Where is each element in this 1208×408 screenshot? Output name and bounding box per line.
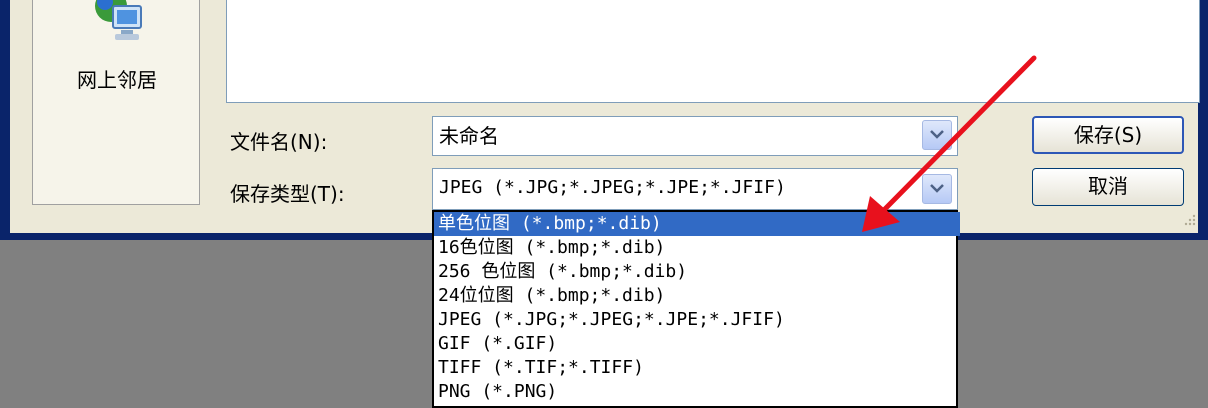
dropdown-option-16color-bmp[interactable]: 16色位图 (*.bmp;*.dib) — [434, 236, 960, 260]
filetype-dropdown-list: 单色位图 (*.bmp;*.dib) 16色位图 (*.bmp;*.dib) 2… — [432, 210, 960, 408]
dropdown-option-png[interactable]: PNG (*.PNG) — [434, 380, 960, 404]
chevron-down-icon — [930, 184, 944, 193]
dropdown-option-256color-bmp[interactable]: 256 色位图 (*.bmp;*.dib) — [434, 260, 960, 284]
filetype-label: 保存类型(T): — [230, 182, 345, 206]
save-button[interactable]: 保存(S) — [1032, 116, 1184, 154]
network-places-label[interactable]: 网上邻居 — [33, 64, 201, 93]
chevron-down-icon — [930, 130, 944, 139]
dropdown-option-monochrome-bmp[interactable]: 单色位图 (*.bmp;*.dib) — [434, 212, 960, 236]
filename-input[interactable]: 未命名 — [432, 116, 958, 156]
filename-label: 文件名(N): — [230, 130, 328, 154]
filetype-dropdown-button[interactable] — [922, 174, 952, 204]
cancel-button[interactable]: 取消 — [1032, 168, 1184, 206]
dropdown-option-gif[interactable]: GIF (*.GIF) — [434, 332, 960, 356]
places-bar: 网上邻居 — [32, 0, 200, 205]
dropdown-option-24bit-bmp[interactable]: 24位位图 (*.bmp;*.dib) — [434, 284, 960, 308]
network-places-icon[interactable] — [91, 0, 147, 48]
filename-dropdown-button[interactable] — [922, 120, 952, 150]
filetype-select[interactable]: JPEG (*.JPG;*.JPEG;*.JPE;*.JFIF) — [432, 168, 958, 210]
dropdown-option-jpeg[interactable]: JPEG (*.JPG;*.JPEG;*.JPE;*.JFIF) — [434, 308, 960, 332]
file-list-view[interactable] — [226, 0, 1200, 103]
dropdown-option-tiff[interactable]: TIFF (*.TIF;*.TIFF) — [434, 356, 960, 380]
resize-grip-icon[interactable] — [1182, 212, 1196, 226]
